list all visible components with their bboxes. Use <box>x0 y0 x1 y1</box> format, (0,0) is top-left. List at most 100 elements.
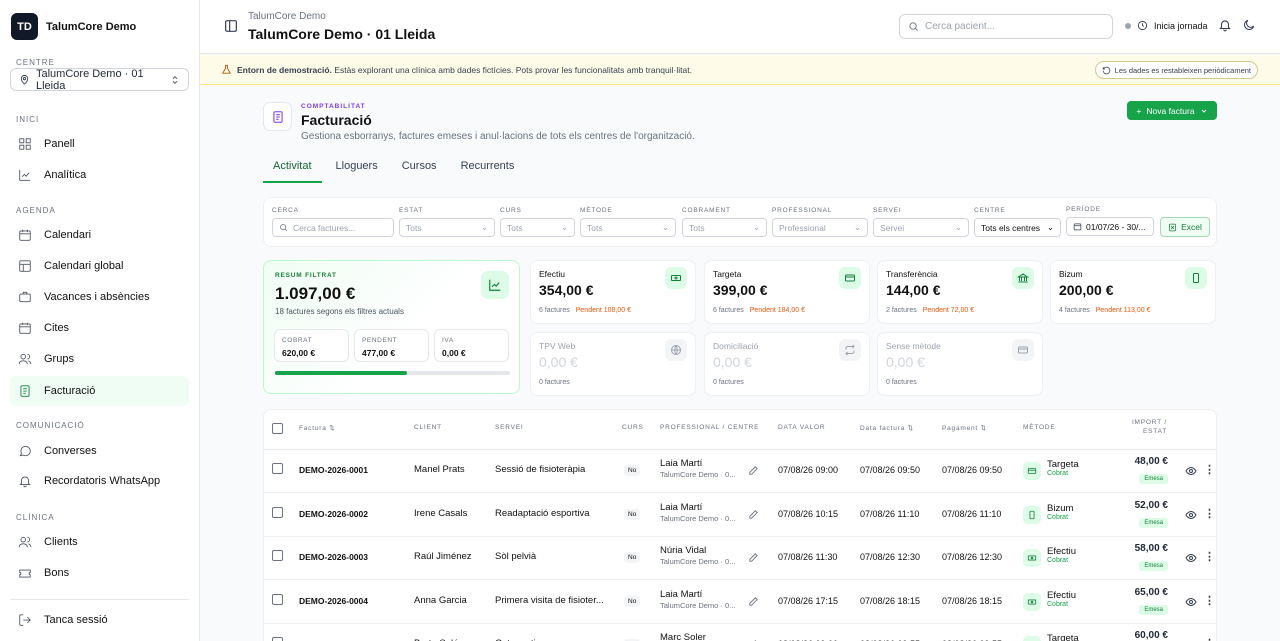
new-invoice-button[interactable]: + Nova factura <box>1127 101 1217 120</box>
eye-icon[interactable] <box>1185 509 1197 521</box>
sidebar-item-label: Calendari <box>44 229 92 241</box>
more-options-icon[interactable]: ⋮ <box>1204 463 1215 476</box>
sidebar-item-vacances[interactable]: Vacances i absències <box>10 282 189 312</box>
sidebar-toggle-icon[interactable] <box>223 18 239 34</box>
sidebar-item-calendari[interactable]: Calendari <box>10 220 189 250</box>
summary-pendent: PENDENT 477,00 € <box>354 329 429 362</box>
reset-icon <box>1102 66 1110 74</box>
table-row[interactable]: DEMO-2026-0002 Irene Casals Readaptació es… <box>264 494 1216 537</box>
search-icon <box>280 224 288 232</box>
sidebar-item-panell[interactable]: Panell <box>10 129 189 159</box>
col-factura[interactable]: Factura ⇅ <box>299 424 336 432</box>
col-label: IMPORT / <box>1131 419 1167 426</box>
table-row[interactable]: DEMO-2026-0003 Raúl Jiménez Sòl pelvià No Nú… <box>264 537 1216 580</box>
service-name: Readaptació esportiva <box>495 507 590 519</box>
filter-servei: SERVEI Servei ⌄ <box>873 207 969 237</box>
method-icon-wrap <box>665 267 687 289</box>
tab-cursos[interactable]: Cursos <box>392 160 447 183</box>
eye-icon[interactable] <box>1185 552 1197 564</box>
status-badge: Emesa <box>1139 517 1168 528</box>
sidebar-item-label: Grups <box>44 353 74 365</box>
col-import: IMPORT / ESTAT <box>1131 419 1167 435</box>
sidebar-item-cites[interactable]: Cites <box>10 313 189 343</box>
filter-curs: CURS Tots ⌄ <box>500 207 575 237</box>
more-options-icon[interactable]: ⋮ <box>1204 507 1215 520</box>
professional-select[interactable]: Professional ⌄ <box>772 218 868 237</box>
dark-mode-moon-icon[interactable] <box>1242 18 1256 32</box>
sidebar-item-bons[interactable]: Bons <box>10 558 189 588</box>
sidebar-item-converses[interactable]: Converses <box>10 436 189 466</box>
mini-value: 0,00 € <box>442 348 466 358</box>
centre-filter-select[interactable]: Tots els centres ⌄ <box>974 218 1061 237</box>
notifications-bell-icon[interactable] <box>1218 18 1232 32</box>
filter-centre: CENTRE Tots els centres ⌄ <box>974 207 1061 237</box>
receipt-icon <box>272 110 283 123</box>
row-checkbox[interactable] <box>272 637 283 641</box>
logout-icon <box>19 614 31 626</box>
sidebar-item-calendari-global[interactable]: Calendari global <box>10 251 189 281</box>
table-row[interactable]: DEMO-2026-0001 Manel Prats Sessió de fisio… <box>264 450 1216 493</box>
tab-lloguers[interactable]: Lloguers <box>326 160 388 183</box>
invoice-id[interactable]: DEMO-2026-0001 <box>299 465 368 475</box>
period-picker[interactable]: 01/07/26 - 30/... <box>1066 217 1154 236</box>
col-data-factura[interactable]: Data factura ⇅ <box>860 424 914 432</box>
table-row[interactable]: DEMO-2026-0004 Anna Garcia Primera visita … <box>264 581 1216 624</box>
method-card-tpv-web: TPV Web 0,00 € 0 factures <box>530 332 696 396</box>
more-options-icon[interactable]: ⋮ <box>1204 637 1215 641</box>
eye-icon[interactable] <box>1185 465 1197 477</box>
select-value: Tots <box>507 222 523 233</box>
cobrament-select[interactable]: Tots ⌄ <box>682 218 767 237</box>
more-options-icon[interactable]: ⋮ <box>1204 594 1215 607</box>
row-checkbox[interactable] <box>272 463 283 474</box>
invoice-id[interactable]: DEMO-2026-0002 <box>299 509 368 519</box>
method-meta: 2 factures Pendent 72,00 € <box>886 307 974 314</box>
edit-pencil-icon[interactable] <box>748 465 759 476</box>
col-label: Factura <box>299 425 327 432</box>
curs-select[interactable]: Tots ⌄ <box>500 218 575 237</box>
card-icon <box>1018 346 1028 354</box>
row-checkbox[interactable] <box>272 593 283 605</box>
col-pagament[interactable]: Pagament ⇅ <box>942 424 987 432</box>
sidebar-item-facturacio[interactable]: Facturació <box>10 376 189 406</box>
method-count: 6 factures <box>713 307 744 314</box>
sidebar-item-analitica[interactable]: Analítica <box>10 160 189 190</box>
sidebar-item-grups[interactable]: Grups <box>10 344 189 374</box>
method-count: 4 factures <box>1059 307 1090 314</box>
course-badge: No <box>624 508 641 520</box>
row-checkbox[interactable] <box>272 550 283 561</box>
chevron-down-icon: ⌄ <box>480 222 488 232</box>
invoice-id[interactable]: DEMO-2026-0004 <box>299 596 368 606</box>
sidebar-item-recordatoris[interactable]: Recordatoris WhatsApp <box>10 466 189 496</box>
logout-button[interactable]: Tanca sessió <box>10 605 189 635</box>
page-title: TalumCore Demo · 01 Lleida <box>248 26 436 42</box>
edit-pencil-icon[interactable] <box>748 509 759 520</box>
row-checkbox[interactable] <box>272 506 283 518</box>
more-options-icon[interactable]: ⋮ <box>1204 550 1215 563</box>
excel-export-button[interactable]: Excel <box>1160 217 1210 237</box>
mini-label: COBRAT <box>282 337 313 344</box>
method-meta: 6 factures Pendent 184,00 € <box>713 307 805 314</box>
metode-select[interactable]: Tots ⌄ <box>580 218 676 237</box>
page-eyebrow: COMPTABILITAT <box>301 103 366 110</box>
brand-logo: TD <box>11 13 38 40</box>
invoice-search-input[interactable]: Cerca factures... <box>272 218 394 237</box>
payment-status: Cobrat <box>1047 470 1069 477</box>
centre-select[interactable]: TalumCore Demo · 01 Lleida <box>10 68 189 92</box>
table-row[interactable]: DEMO-2026-0005Berta SoléOsteopatiaNoMarc… <box>264 624 1216 641</box>
edit-pencil-icon[interactable] <box>748 552 759 563</box>
method-icon-wrap <box>1185 267 1207 289</box>
invoice-amount: 48,00 € <box>1134 456 1168 467</box>
select-all-checkbox[interactable] <box>272 423 283 434</box>
estat-select[interactable]: Tots ⌄ <box>399 218 495 237</box>
tab-activitat[interactable]: Activitat <box>263 160 322 183</box>
sidebar-item-clients[interactable]: Clients <box>10 527 189 557</box>
servei-select[interactable]: Servei ⌄ <box>873 218 969 237</box>
invoice-id[interactable]: DEMO-2026-0003 <box>299 552 368 562</box>
brand[interactable]: TD TalumCore Demo <box>11 13 136 40</box>
eye-icon[interactable] <box>1185 596 1197 608</box>
start-shift-button[interactable]: Inicia jornada <box>1125 20 1208 31</box>
search-input[interactable]: Cerca pacient... <box>899 14 1113 39</box>
edit-pencil-icon[interactable] <box>748 596 759 607</box>
tab-recurrents[interactable]: Recurrents <box>451 160 525 183</box>
professional-cell: Marc SolerTalumCore Demo · 0... <box>660 632 735 641</box>
